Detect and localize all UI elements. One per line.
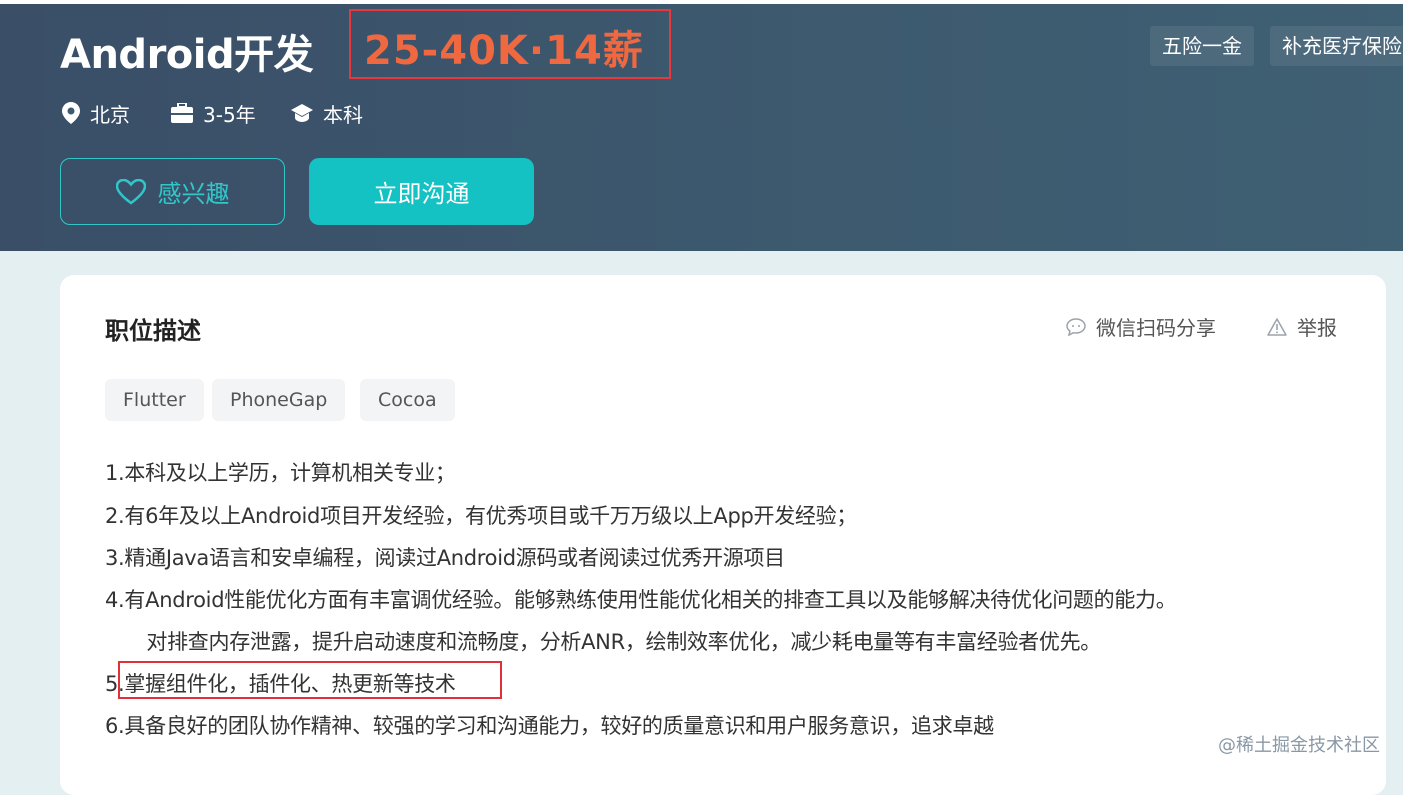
location-text: 北京 bbox=[90, 102, 130, 127]
report-button[interactable]: 举报 bbox=[1267, 312, 1337, 341]
description-line: 2.有6年及以上Android项目开发经验，有优秀项目或千万万级以上App开发经… bbox=[105, 504, 858, 528]
job-description-card: 职位描述 微信扫码分享 举报 Flutter PhoneGap Cocoa 1.… bbox=[60, 275, 1386, 795]
annotation-highlight-box bbox=[118, 661, 502, 699]
meta-experience: 3-5年 bbox=[171, 98, 256, 128]
warning-icon bbox=[1267, 317, 1287, 336]
heart-icon bbox=[115, 178, 146, 205]
description-line: 对排查内存泄露，提升启动速度和流畅度，分析ANR，绘制效率优化，减少耗电量等有丰… bbox=[105, 630, 1101, 654]
chat-label: 立即沟通 bbox=[373, 180, 470, 208]
skill-tag[interactable]: Flutter bbox=[105, 379, 204, 421]
chat-button[interactable]: 立即沟通 bbox=[309, 158, 534, 225]
experience-text: 3-5年 bbox=[203, 102, 256, 127]
graduation-cap-icon bbox=[291, 104, 313, 122]
meta-location: 北京 bbox=[62, 98, 130, 128]
location-pin-icon bbox=[62, 102, 80, 124]
welfare-tag: 五险一金 bbox=[1150, 26, 1254, 66]
education-text: 本科 bbox=[323, 102, 363, 127]
description-line: 6.具备良好的团队协作精神、较强的学习和沟通能力，较好的质量意识和用户服务意识，… bbox=[105, 714, 994, 738]
job-header: Android开发 25-40K·14薪 五险一金 补充医疗保险 北京 3-5年… bbox=[0, 0, 1403, 251]
job-title: Android开发 bbox=[60, 32, 314, 78]
description-line: 3.精通Java语言和安卓编程，阅读过Android源码或者阅读过优秀开源项目 bbox=[105, 546, 785, 570]
watermark: @稀土掘金技术社区 bbox=[1218, 735, 1380, 756]
meta-education: 本科 bbox=[291, 98, 363, 128]
briefcase-icon bbox=[171, 103, 193, 123]
welfare-tag: 补充医疗保险 bbox=[1270, 26, 1403, 66]
wechat-share-button[interactable]: 微信扫码分享 bbox=[1066, 312, 1216, 341]
skill-tag[interactable]: Cocoa bbox=[360, 379, 455, 421]
description-line: 1.本科及以上学历，计算机相关专业； bbox=[105, 461, 456, 485]
interest-label: 感兴趣 bbox=[157, 180, 230, 208]
skill-tag[interactable]: PhoneGap bbox=[212, 379, 346, 421]
description-line: 4.有Android性能优化方面有丰富调优经验。能够熟练使用性能优化相关的排查工… bbox=[105, 588, 1177, 612]
interest-button[interactable]: 感兴趣 bbox=[60, 158, 285, 225]
section-title: 职位描述 bbox=[105, 317, 201, 345]
share-label: 微信扫码分享 bbox=[1096, 316, 1216, 340]
salary: 25-40K·14薪 bbox=[364, 28, 644, 74]
report-label: 举报 bbox=[1297, 316, 1337, 340]
chat-bubble-icon bbox=[1066, 317, 1086, 336]
